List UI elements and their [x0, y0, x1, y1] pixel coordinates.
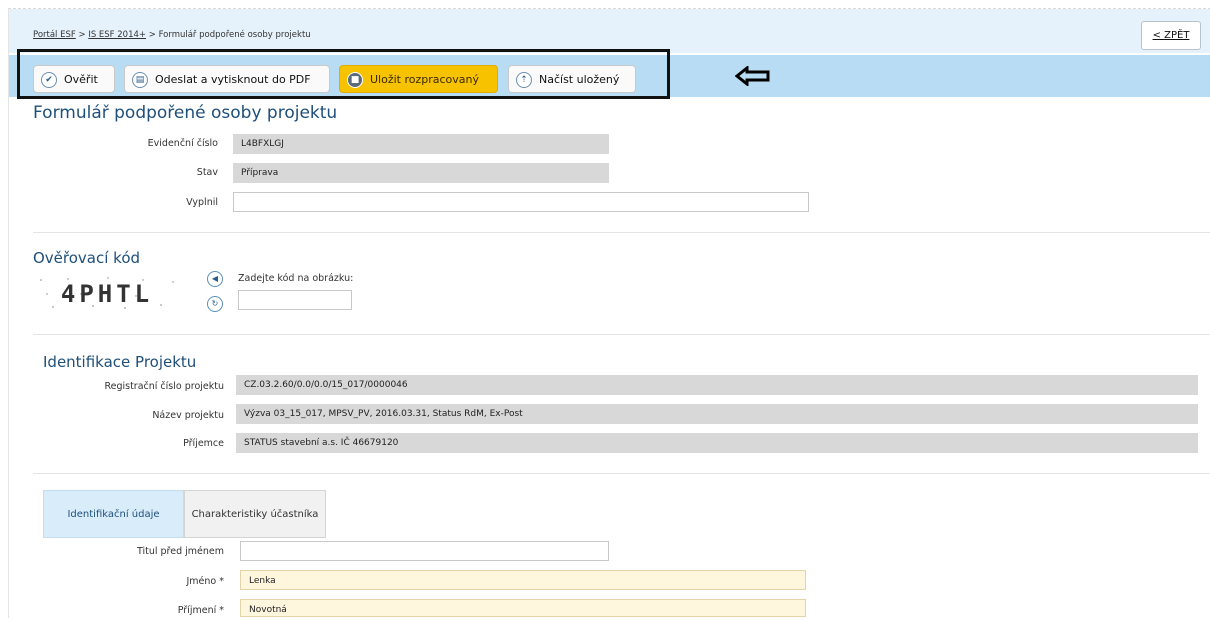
breadcrumb-current: Formulář podpořené osoby projektu [158, 30, 311, 40]
registration-number-label: Registrační číslo projektu [104, 381, 224, 392]
project-section-title: Identifikace Projektu [43, 353, 197, 371]
send-pdf-button-label: Odeslat a vytisknout do PDF [155, 73, 311, 86]
divider [33, 473, 1210, 474]
title-before-name-input[interactable] [240, 541, 609, 561]
status-label: Stav [196, 167, 218, 178]
project-name-label: Název projektu [152, 410, 224, 421]
page-title: Formulář podpořené osoby projektu [33, 103, 338, 123]
save-draft-button[interactable]: ■ Uložit rozpracovaný [339, 65, 498, 93]
first-name-input[interactable]: Lenka [240, 570, 806, 590]
verify-button-label: Ověřit [64, 73, 98, 86]
surname-input[interactable]: Novotná [240, 599, 806, 617]
load-saved-button-label: Načíst uložený [539, 73, 620, 86]
document-icon: ▤ [132, 72, 148, 88]
breadcrumb-link-portal[interactable]: Portál ESF [33, 30, 76, 40]
upload-icon: ⇡ [516, 72, 532, 88]
captcha-input[interactable] [238, 290, 352, 310]
load-saved-button[interactable]: ⇡ Načíst uložený [508, 65, 636, 93]
breadcrumb-separator: > [146, 30, 159, 40]
project-name-field: Výzva 03_15_017, MPSV_PV, 2016.03.31, St… [236, 404, 1198, 424]
recipient-label: Příjemce [183, 438, 224, 449]
verify-button[interactable]: ✔ Ověřit [33, 65, 115, 93]
audio-icon[interactable]: ◀ [207, 271, 223, 287]
divider [33, 232, 1210, 233]
registration-number-field: CZ.03.2.60/0.0/0.0/15_017/0000046 [236, 375, 1198, 395]
breadcrumb: Portál ESF > IS ESF 2014+ > Formulář pod… [33, 30, 311, 40]
first-name-label: Jméno * [186, 576, 224, 587]
surname-label: Příjmení * [177, 605, 224, 616]
save-icon: ■ [347, 72, 363, 88]
recipient-field: STATUS stavební a.s. IČ 46679120 [236, 433, 1198, 453]
send-pdf-button[interactable]: ▤ Odeslat a vytisknout do PDF [124, 65, 330, 93]
save-draft-button-label: Uložit rozpracovaný [370, 73, 480, 86]
captcha-title: Ověřovací kód [33, 249, 141, 267]
refresh-icon[interactable]: ↻ [207, 296, 223, 312]
back-button[interactable]: < ZPĚT [1141, 21, 1201, 50]
divider [33, 334, 1210, 335]
captcha-image: 4PHTL [40, 277, 174, 309]
filled-by-input[interactable] [233, 192, 809, 212]
left-arrow-icon [735, 66, 770, 86]
evidence-number-field: L4BFXLGJ [233, 134, 609, 154]
captcha-text: 4PHTL [61, 280, 153, 308]
filled-by-label: Vyplnil [186, 197, 218, 208]
status-field: Příprava [233, 163, 609, 183]
tab-characteristics[interactable]: Charakteristiky účastníka [184, 490, 326, 538]
evidence-number-label: Evidenční číslo [147, 138, 218, 149]
breadcrumb-link-is-esf[interactable]: IS ESF 2014+ [88, 30, 146, 40]
captcha-prompt: Zadejte kód na obrázku: [238, 273, 354, 284]
tab-identification[interactable]: Identifikační údaje [43, 490, 184, 538]
check-icon: ✔ [41, 72, 57, 88]
title-before-name-label: Titul před jménem [136, 546, 224, 557]
breadcrumb-separator: > [75, 30, 89, 40]
